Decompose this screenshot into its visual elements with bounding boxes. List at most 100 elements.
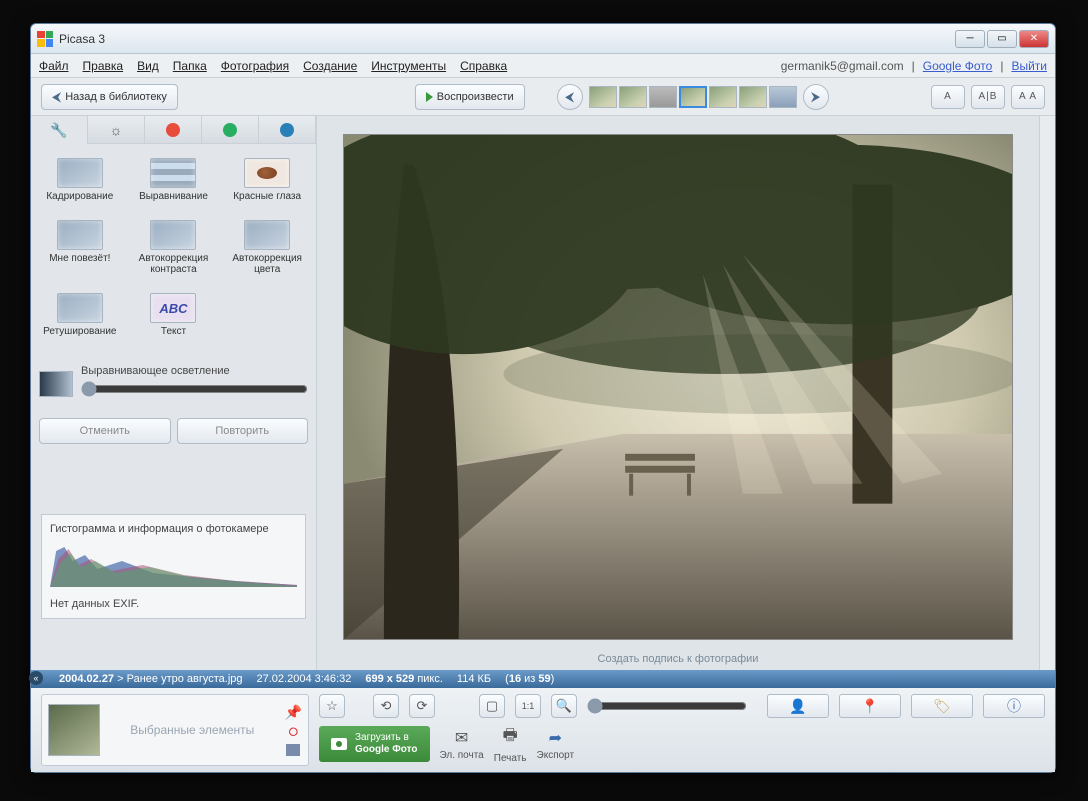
filmstrip-thumb-active[interactable] bbox=[679, 86, 707, 108]
zoom-slider[interactable] bbox=[587, 698, 747, 714]
tool-redeye[interactable]: Красные глаза bbox=[226, 158, 308, 202]
people-tag-button[interactable]: 👤 bbox=[767, 694, 829, 718]
tab-effects-2[interactable] bbox=[202, 116, 259, 144]
tab-effects-1[interactable] bbox=[145, 116, 202, 144]
google-photos-link[interactable]: Google Фото bbox=[923, 59, 993, 73]
info-bar: « 2004.02.27 > Ранее утро августа.jpg 27… bbox=[31, 670, 1055, 688]
filmstrip-thumb[interactable] bbox=[649, 86, 677, 108]
view-sidebyside-button[interactable]: A A bbox=[1011, 85, 1045, 109]
info-icon: ⓘ bbox=[1007, 696, 1021, 716]
filmstrip-thumb[interactable] bbox=[709, 86, 737, 108]
star-button[interactable]: ☆ bbox=[319, 694, 345, 718]
prev-photo-button[interactable]: ⮜ bbox=[557, 84, 583, 110]
info-button[interactable]: ⓘ bbox=[983, 694, 1045, 718]
rotate-cw-button[interactable]: ⟳ bbox=[409, 694, 435, 718]
next-photo-button[interactable]: ⮞ bbox=[803, 84, 829, 110]
star-icon: ☆ bbox=[326, 698, 338, 714]
arrow-left-icon: ⮜ bbox=[52, 89, 61, 105]
filmstrip-thumb[interactable] bbox=[739, 86, 767, 108]
geo-tag-button[interactable]: 📍 bbox=[839, 694, 901, 718]
view-single-button[interactable]: A bbox=[931, 85, 965, 109]
menu-view[interactable]: Вид bbox=[137, 59, 159, 73]
logout-link[interactable]: Выйти bbox=[1011, 59, 1047, 73]
sun-icon: ☼ bbox=[110, 122, 123, 138]
back-to-library-button[interactable]: ⮜ Назад в библиотеку bbox=[41, 84, 178, 110]
tool-lucky[interactable]: Мне повезёт! bbox=[39, 220, 121, 275]
menu-edit[interactable]: Правка bbox=[83, 59, 124, 73]
print-button[interactable]: 🖶Печать bbox=[494, 724, 527, 764]
tool-retouch[interactable]: Ретуширование bbox=[39, 293, 121, 337]
menu-file[interactable]: Файл bbox=[39, 59, 69, 73]
view-compare-button[interactable]: A|B bbox=[971, 85, 1005, 109]
tool-straighten[interactable]: Выравнивание bbox=[133, 158, 215, 202]
export-icon: ➦ bbox=[549, 728, 562, 748]
info-datetime: 27.02.2004 3:46:32 bbox=[257, 673, 352, 685]
actual-size-button[interactable]: 1:1 bbox=[515, 694, 541, 718]
wrench-icon: 🔧 bbox=[50, 122, 67, 139]
maximize-button[interactable]: ▭ bbox=[987, 30, 1017, 48]
bottom-bar: Выбранные элементы 📌 ⭘ ☆ ⟲ ⟳ ▢ 1:1 🔍 👤 � bbox=[31, 688, 1055, 772]
tool-contrast[interactable]: Автокоррекция контраста bbox=[133, 220, 215, 275]
tab-basic-fixes[interactable]: 🔧 bbox=[31, 116, 88, 144]
menu-folder[interactable]: Папка bbox=[173, 59, 207, 73]
export-button[interactable]: ➦Экспорт bbox=[537, 728, 575, 761]
exif-note: Нет данных EXIF. bbox=[50, 598, 297, 610]
redo-button[interactable]: Повторить bbox=[177, 418, 309, 444]
menu-photo[interactable]: Фотография bbox=[221, 59, 289, 73]
menu-help[interactable]: Справка bbox=[460, 59, 507, 73]
magnifier-icon: 🔍 bbox=[556, 698, 572, 714]
photo-canvas[interactable] bbox=[343, 134, 1013, 640]
selection-label: Выбранные элементы bbox=[108, 723, 277, 737]
pin-icon[interactable]: 📌 bbox=[285, 704, 302, 721]
tab-tuning[interactable]: ☼ bbox=[88, 116, 145, 144]
fill-light-control: Выравнивающее осветление bbox=[39, 365, 308, 402]
location-pin-icon: 📍 bbox=[861, 698, 878, 715]
crop-icon bbox=[57, 158, 103, 188]
user-email: germanik5@gmail.com bbox=[781, 59, 904, 73]
play-slideshow-button[interactable]: Воспроизвести bbox=[415, 84, 525, 110]
tag-button[interactable]: 🏷 bbox=[911, 694, 973, 718]
expand-tray-button[interactable]: « bbox=[29, 671, 43, 685]
selection-thumb[interactable] bbox=[48, 704, 100, 756]
brush-icon bbox=[166, 123, 180, 137]
menu-create[interactable]: Создание bbox=[303, 59, 357, 73]
filmstrip-thumb[interactable] bbox=[589, 86, 617, 108]
undo-button[interactable]: Отменить bbox=[39, 418, 171, 444]
menu-tools[interactable]: Инструменты bbox=[371, 59, 446, 73]
filmstrip-thumb[interactable] bbox=[769, 86, 797, 108]
minimize-button[interactable]: ─ bbox=[955, 30, 985, 48]
person-icon: 👤 bbox=[789, 698, 806, 715]
tool-color[interactable]: Автокоррекция цвета bbox=[226, 220, 308, 275]
email-button[interactable]: ✉Эл. почта bbox=[440, 728, 484, 761]
play-icon bbox=[426, 92, 433, 102]
histogram-icon bbox=[50, 541, 297, 587]
contrast-icon bbox=[150, 220, 196, 250]
tool-text[interactable]: ABCТекст bbox=[133, 293, 215, 337]
straighten-icon bbox=[150, 158, 196, 188]
tag-icon: 🏷 bbox=[933, 698, 951, 715]
selection-tray: Выбранные элементы 📌 ⭘ bbox=[41, 694, 309, 766]
titlebar[interactable]: Picasa 3 ─ ▭ ✕ bbox=[31, 24, 1055, 54]
caption-input[interactable]: Создать подпись к фотографии bbox=[317, 648, 1039, 670]
close-button[interactable]: ✕ bbox=[1019, 30, 1049, 48]
tool-crop[interactable]: Кадрирование bbox=[39, 158, 121, 202]
filmstrip-thumb[interactable] bbox=[619, 86, 647, 108]
zoom-tool-button[interactable]: 🔍 bbox=[551, 694, 577, 718]
window-title: Picasa 3 bbox=[59, 32, 105, 46]
clear-selection-icon[interactable]: ⭘ bbox=[288, 725, 298, 740]
fit-button[interactable]: ▢ bbox=[479, 694, 505, 718]
tab-effects-3[interactable] bbox=[259, 116, 316, 144]
batch-icon[interactable] bbox=[286, 744, 300, 756]
brush-icon bbox=[280, 123, 294, 137]
edit-tabs: 🔧 ☼ bbox=[31, 116, 316, 144]
fill-light-slider[interactable] bbox=[81, 381, 308, 397]
vertical-scrollbar[interactable] bbox=[1039, 116, 1055, 670]
info-filename: Ранее утро августа.jpg bbox=[127, 673, 243, 685]
arrow-right-icon: ⮞ bbox=[811, 89, 820, 105]
upload-google-photos-button[interactable]: Загрузить вGoogle Фото bbox=[319, 726, 430, 762]
info-pos-total: 59 bbox=[538, 673, 550, 685]
one-to-one-icon: 1:1 bbox=[522, 701, 535, 711]
photo-viewer: Создать подпись к фотографии bbox=[317, 116, 1039, 670]
sidebar: 🔧 ☼ Кадрирование Выравнивание Красные гл… bbox=[31, 116, 317, 670]
rotate-ccw-button[interactable]: ⟲ bbox=[373, 694, 399, 718]
